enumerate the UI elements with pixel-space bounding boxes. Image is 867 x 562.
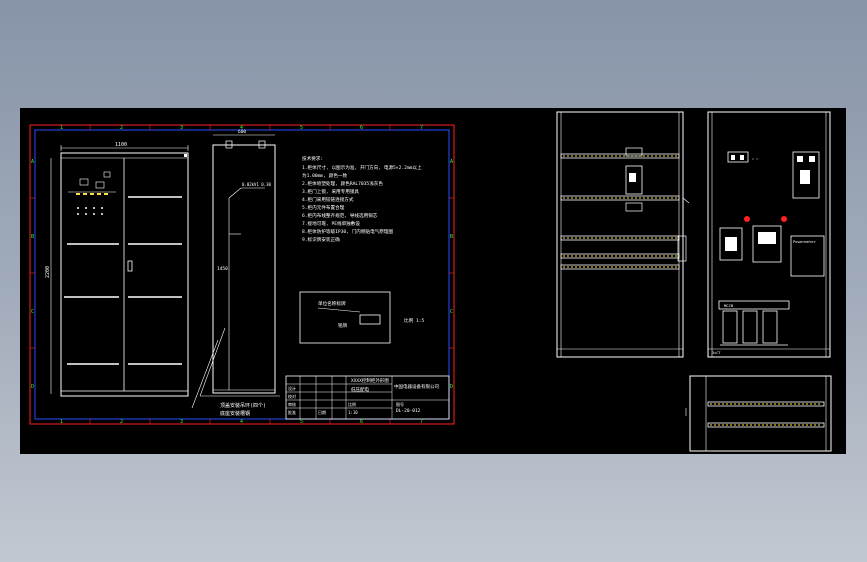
svg-text:6: 6 [360,419,363,425]
cabinet-front-view: 1100 2200 [45,142,189,397]
svg-text:3: 3 [180,419,183,425]
svg-text:5: 5 [300,125,303,131]
svg-text:4: 4 [240,419,243,425]
svg-text:2: 2 [120,125,123,131]
door-handle [127,260,133,272]
svg-text:3: 3 [180,125,183,131]
svg-text:A: A [450,159,453,165]
interior-view-right: ▭ ▭ Powermeter MCCB 3×CT [707,111,831,358]
notes-title: 技术要求: [302,155,323,162]
title-block: XXXX控制柜外形图 低压配电 中国电器设备有限公司 DL-20-012 设计 … [285,375,450,420]
side-callout: 0.02kV1 0.30 [242,182,271,187]
note-line: 3.柜门上锁, 采用专用锁具 [302,188,359,195]
technical-notes: 技术要求: 1.柜体尺寸, 以图示为准, 开门方向, 电源5×2.2mm以上 为… [302,155,422,243]
title-block-title: XXXX控制柜外形图 [351,377,389,384]
depth-dimension: 600 [238,129,246,135]
drawing-viewport[interactable]: 123 4567 123 4567 ABCD ABCD 1100 2200 60… [20,108,846,454]
svg-text:B: B [450,234,453,240]
cabinet-side-view: 600 0.02kV1 0.30 1450 [212,129,276,394]
svg-text:5: 5 [300,419,303,425]
title-cell: 批准 [288,409,296,415]
title-cell: 1:10 [348,410,358,415]
svg-text:A: A [31,159,34,165]
note-line: 为1.00mm, 颜色一致 [302,172,348,179]
title-cell: 比例 [348,401,356,407]
interior-view-left [556,111,690,358]
svg-text:B: B [31,234,34,240]
title-cell: 校对 [288,393,296,399]
svg-text:D: D [450,384,453,390]
nameplate-scale: 比例 1:5 [404,317,424,324]
svg-text:D: D [31,384,34,390]
svg-text:C: C [31,309,34,315]
note-line: 9.标识牌安装正确 [302,236,340,243]
svg-text:7: 7 [420,125,423,131]
note-line: 6.柜内布线整齐规范, 导线选用铜芯 [302,212,378,219]
note-line: 5.柜内元件布置合理 [302,204,345,211]
svg-text:▭ ▭: ▭ ▭ [752,157,759,161]
note-line: 4.柜门采用铰链连接方式 [302,196,354,203]
svg-text:6: 6 [360,125,363,131]
note-line: 8.柜体防护等级IP30, 门内侧贴电气原理图 [302,228,393,235]
leader-note-line2: 底座安装槽钢 [220,410,250,417]
title-block-company: 中国电器设备有限公司 [394,383,439,390]
top-view [685,375,832,452]
leader-note: 顶盖安装吊环(四个) 底座安装槽钢 [191,327,280,417]
svg-text:1: 1 [60,125,63,131]
meter-label: Powermeter [793,239,817,244]
cad-drawing: 123 4567 123 4567 ABCD ABCD 1100 2200 60… [29,111,832,452]
svg-text:C: C [450,309,453,315]
title-block-sub: 低压配电 [351,386,369,393]
offset-dimension: 1450 [217,266,228,272]
width-dimension: 1100 [115,142,127,148]
title-cell: 日期 [318,409,326,415]
title-block-drawing-no: DL-20-012 [396,408,421,414]
height-dimension: 2200 [45,266,51,278]
note-line: 1.柜体尺寸, 以图示为准, 开门方向, 电源5×2.2mm以上 [302,164,422,171]
svg-text:2: 2 [120,419,123,425]
nameplate-label: 单位名称标牌 [318,300,346,307]
nameplate-detail: 单位名称标牌 铭牌 比例 1:5 [299,291,424,344]
svg-text:1: 1 [60,419,63,425]
note-line: 7.接地可靠, PE线单独敷设 [302,220,360,227]
title-cell: 设计 [288,385,296,391]
title-cell: 审核 [288,401,296,407]
transformer-label: 3×CT [712,351,721,355]
leader-note-line1: 顶盖安装吊环(四个) [220,402,266,409]
note-line: 2.柜体喷塑处理, 颜色RAL7035浅灰色 [302,180,383,187]
component-label: MCCB [724,303,734,308]
title-cell: 图号 [396,401,404,407]
nameplate-sub: 铭牌 [338,322,348,329]
svg-text:7: 7 [420,419,423,425]
